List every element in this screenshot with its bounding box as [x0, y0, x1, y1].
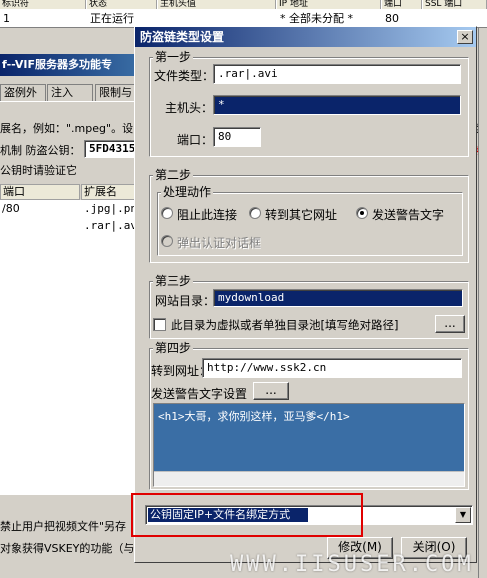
virtual-dir-checkbox[interactable]: [153, 318, 166, 331]
dir-label: 网站目录：: [155, 294, 216, 308]
pubkey-field[interactable]: 5FD4315: [84, 140, 136, 158]
step1-legend: 第一步: [153, 50, 194, 64]
dialog-title: 防盗链类型设置: [135, 27, 476, 47]
watermark: WWW.IISUSER.COM: [230, 552, 474, 577]
col-header-id[interactable]: 标识符: [0, 0, 86, 9]
dir-input[interactable]: mydownload: [213, 289, 463, 307]
step2-legend: 第二步: [153, 168, 194, 182]
filetype-label: 文件类型：: [154, 69, 215, 83]
background-window-title: f--VIF服务器多功能专: [0, 54, 140, 76]
horizontal-scrollbar[interactable]: [154, 471, 464, 486]
host-input[interactable]: *: [213, 95, 461, 115]
host-label: 主机头：: [165, 101, 214, 115]
site-table: 标识符 状态 主机头值 IP 地址 端口 SSL 端口 1 正在运行 * 全部未…: [0, 0, 487, 28]
rule-list[interactable]: /80 .jpg|.pn .rar|.av: [0, 200, 140, 495]
table-cell[interactable]: [158, 10, 276, 27]
radio-redirect[interactable]: [249, 207, 261, 219]
radio-block-label[interactable]: 阻止此连接: [177, 206, 237, 223]
action-legend: 处理动作: [161, 185, 214, 199]
col-header-ip[interactable]: IP 地址: [277, 0, 381, 9]
radio-warn[interactable]: [356, 207, 368, 219]
radio-block[interactable]: [161, 207, 173, 219]
warn-label: 发送警告文字设置: [151, 387, 248, 401]
close-icon[interactable]: ×: [457, 30, 473, 44]
col-header-port[interactable]: 端口: [382, 0, 422, 9]
port-label: 端口：: [177, 133, 214, 147]
warn-text: <h1>大哥，求你别这样，亚马爹</h1>: [158, 410, 350, 423]
highlight-box: [131, 493, 363, 537]
radio-auth-label[interactable]: 弹出认证对话框: [177, 234, 261, 251]
col-header-ssl[interactable]: SSL 端口: [423, 0, 487, 9]
virtual-dir-label[interactable]: 此目录为虚拟或者单独目录池[填写绝对路径]: [171, 317, 433, 333]
filetype-input[interactable]: .rar|.avi: [213, 64, 461, 84]
tab-injection[interactable]: 注入: [47, 84, 93, 102]
radio-redirect-label[interactable]: 转到其它网址: [265, 206, 337, 223]
pubkey-label: 机制 防盗公钥：: [0, 144, 81, 157]
browse-button[interactable]: ...: [435, 315, 465, 333]
background-window-edge: [478, 28, 487, 578]
radio-warn-label[interactable]: 发送警告文字: [372, 206, 444, 223]
step4-legend: 第四步: [153, 341, 194, 355]
footer-text-2: 对象获得VSKEY的功能（与: [0, 542, 134, 555]
list-item[interactable]: /80: [2, 202, 78, 215]
col-header-status[interactable]: 状态: [87, 0, 157, 9]
tab-divider: [0, 101, 138, 102]
list-header-ext[interactable]: 扩展名: [81, 184, 140, 200]
warn-settings-button[interactable]: ...: [253, 382, 289, 400]
chevron-down-icon[interactable]: ▼: [455, 507, 471, 523]
url-input[interactable]: http://www.ssk2.cn: [202, 358, 462, 378]
verify-hint: 公钥时请验证它: [0, 164, 77, 177]
list-header-port[interactable]: 端口: [0, 184, 80, 200]
list-item[interactable]: .rar|.av: [84, 219, 140, 232]
step3-legend: 第三步: [153, 274, 194, 288]
table-cell[interactable]: [423, 10, 487, 27]
port-input[interactable]: 80: [213, 127, 261, 147]
list-item[interactable]: .jpg|.pn: [84, 202, 140, 215]
table-cell[interactable]: 1: [0, 10, 86, 27]
footer-text-1: 禁止用户把视频文件"另存: [0, 520, 127, 533]
table-cell[interactable]: 80: [382, 10, 422, 27]
hotlink-type-dialog: 防盗链类型设置 × 第一步 文件类型： .rar|.avi 主机头： * 端口：…: [134, 26, 477, 563]
radio-auth[interactable]: [161, 235, 173, 247]
table-cell[interactable]: * 全部未分配 *: [277, 10, 381, 27]
hint-text: 展名，例如：".mpeg"。设: [0, 122, 134, 135]
col-header-host[interactable]: 主机头值: [158, 0, 276, 9]
table-cell[interactable]: 正在运行: [87, 10, 157, 27]
tab-limits[interactable]: 限制与: [95, 84, 137, 102]
tab-hotlink-exception[interactable]: 盗例外: [0, 84, 46, 102]
